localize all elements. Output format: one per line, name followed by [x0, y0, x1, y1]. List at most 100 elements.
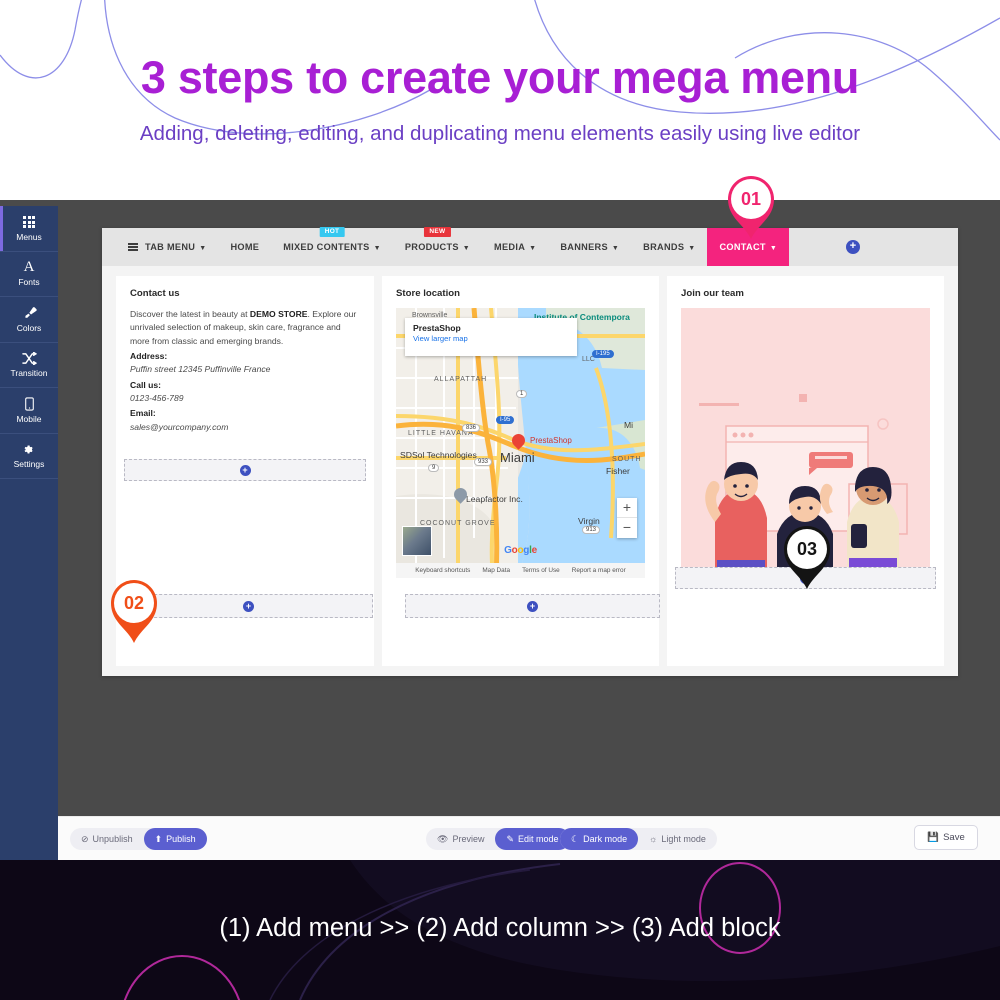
map-satellite-thumbnail[interactable]	[402, 526, 432, 556]
edit-mode-label: Edit mode	[518, 834, 559, 844]
map-label-sdsol: SDSol Technologies	[400, 450, 477, 460]
sidebar-filler	[0, 479, 58, 851]
nav-label-media: MEDIA	[494, 242, 526, 252]
footer-caption: (1) Add menu >> (2) Add column >> (3) Ad…	[219, 914, 781, 942]
zoom-out-button[interactable]: −	[617, 518, 637, 538]
map-label-allapattah: ALLAPATTAH	[434, 376, 488, 383]
builder-canvas: TAB MENU ▼ HOME HOT MIXED CONTENTS ▼ NEW…	[102, 227, 958, 676]
map-zoom-controls[interactable]: + −	[617, 498, 637, 538]
map-link-terms[interactable]: Terms of Use	[522, 567, 560, 574]
nav-item-products[interactable]: NEW PRODUCTS ▼	[393, 227, 482, 266]
nav-label-home: HOME	[230, 242, 260, 252]
map-info-card[interactable]: PrestaShop View larger map	[405, 318, 577, 356]
preview-button[interactable]: 👁 Preview	[426, 828, 495, 850]
map-link-keyboard-shortcuts[interactable]: Keyboard shortcuts	[415, 567, 470, 574]
plus-icon: +	[243, 600, 254, 612]
moon-icon: ☾	[571, 833, 580, 844]
plus-icon: +	[527, 600, 538, 612]
add-column-placeholder-1[interactable]: +	[124, 594, 373, 618]
step-marker-02: 02	[107, 576, 161, 644]
column-title-contact: Contact us	[130, 288, 180, 299]
sidebar-label-transition: Transition	[10, 368, 48, 379]
chevron-down-icon: ▼	[769, 244, 778, 252]
map-pin-label-prestashop: PrestaShop	[530, 436, 572, 445]
page-subtitle: Adding, deleting, editing, and duplicati…	[139, 122, 861, 145]
step-marker-01: 01	[724, 172, 778, 240]
nav-item-mixed-contents[interactable]: HOT MIXED CONTENTS ▼	[271, 227, 393, 266]
nav-item-brands[interactable]: BRANDS ▼	[631, 228, 707, 266]
publish-label: Publish	[166, 834, 196, 844]
map-footer-links: Keyboard shortcuts Map Data Terms of Use…	[396, 563, 645, 578]
nav-item-tab-menu[interactable]: TAB MENU ▼	[116, 228, 218, 266]
publish-button[interactable]: ⬆ Publish	[143, 828, 207, 850]
nav-label-banners: BANNERS	[560, 242, 608, 252]
ban-icon: ⊘	[81, 833, 89, 844]
google-map[interactable]: PrestaShop View larger map Brownsville I…	[396, 308, 645, 578]
step-number-02: 02	[114, 583, 154, 623]
nav-item-home[interactable]: HOME	[218, 228, 271, 266]
mega-menu-navbar: TAB MENU ▼ HOME HOT MIXED CONTENTS ▼ NEW…	[102, 227, 958, 266]
sidebar-item-menus[interactable]: Menus	[0, 206, 58, 252]
light-mode-button[interactable]: ☼ Light mode	[638, 828, 717, 850]
add-block-placeholder-contact[interactable]: +	[124, 459, 366, 481]
save-label: Save	[943, 832, 965, 843]
map-shield-9: 9	[428, 464, 440, 472]
floppy-disk-icon: 💾	[927, 832, 940, 843]
add-menu-button[interactable]: +	[846, 240, 860, 254]
contact-body: Discover the latest in beauty at DEMO ST…	[130, 308, 360, 434]
shuffle-icon	[21, 351, 37, 366]
sidebar-label-menus: Menus	[16, 231, 42, 242]
call-label: Call us:	[130, 379, 162, 390]
hamburger-icon	[128, 243, 138, 251]
map-shield-913: 913	[582, 526, 601, 534]
map-card-title: PrestaShop	[413, 323, 461, 333]
bottom-toolbar: ⊘ Unpublish ⬆ Publish 👁 Preview ✎ Edit m…	[58, 816, 1000, 860]
email-label: Email:	[130, 408, 156, 419]
pencil-icon: ✎	[506, 833, 514, 844]
column-title-store: Store location	[396, 288, 460, 299]
app-window: Menus A Fonts Colors Transition Mobile S…	[0, 200, 1000, 860]
dark-mode-label: Dark mode	[583, 834, 628, 844]
map-shield-i195: I-195	[592, 350, 614, 358]
chevron-down-icon: ▼	[529, 244, 537, 252]
map-link-map-data[interactable]: Map Data	[482, 567, 510, 574]
letter-a-icon: A	[23, 259, 35, 276]
dark-mode-button[interactable]: ☾ Dark mode	[560, 828, 639, 850]
step-number-03: 03	[787, 529, 827, 569]
nav-item-banners[interactable]: BANNERS ▼	[548, 228, 631, 266]
map-shield-933: 933	[474, 458, 493, 466]
chevron-down-icon: ▼	[688, 244, 696, 252]
column-title-team: Join our team	[681, 288, 744, 299]
plus-icon: +	[239, 464, 251, 476]
paintbrush-icon	[22, 306, 37, 321]
unpublish-button[interactable]: ⊘ Unpublish	[70, 828, 144, 850]
step-number-01: 01	[731, 179, 771, 219]
gear-icon	[22, 442, 37, 457]
theme-toggle-group: ☾ Dark mode ☼ Light mode	[560, 828, 717, 850]
column-join-our-team: Join our team We are hiring!	[667, 276, 944, 666]
add-column-placeholder-2[interactable]: +	[405, 594, 660, 618]
zoom-in-button[interactable]: +	[617, 498, 637, 518]
light-mode-label: Light mode	[661, 834, 706, 844]
chevron-down-icon: ▼	[373, 244, 381, 252]
map-link-report-error[interactable]: Report a map error	[572, 567, 626, 574]
map-shield-836: 836	[462, 424, 481, 432]
badge-hot: HOT	[319, 227, 345, 237]
nav-item-media[interactable]: MEDIA ▼	[482, 228, 548, 266]
sun-icon: ☼	[649, 834, 658, 844]
publish-toggle-group: ⊘ Unpublish ⬆ Publish	[70, 828, 207, 850]
mode-toggle-group: 👁 Preview ✎ Edit mode	[426, 828, 570, 850]
sidebar-item-transition[interactable]: Transition	[0, 343, 58, 388]
sidebar-item-settings[interactable]: Settings	[0, 434, 58, 479]
nav-label-products: PRODUCTS	[404, 242, 459, 252]
sidebar-item-colors[interactable]: Colors	[0, 297, 58, 343]
badge-new: NEW	[424, 227, 451, 237]
map-label-leapfactor: Leapfactor Inc.	[466, 494, 523, 504]
sidebar-label-colors: Colors	[16, 322, 42, 333]
save-button[interactable]: 💾 Save	[914, 825, 978, 850]
sidebar-item-fonts[interactable]: A Fonts	[0, 252, 58, 297]
view-larger-map-link[interactable]: View larger map	[413, 334, 569, 343]
edit-mode-button[interactable]: ✎ Edit mode	[495, 828, 570, 850]
grid-icon	[23, 215, 35, 230]
sidebar-item-mobile[interactable]: Mobile	[0, 388, 58, 434]
